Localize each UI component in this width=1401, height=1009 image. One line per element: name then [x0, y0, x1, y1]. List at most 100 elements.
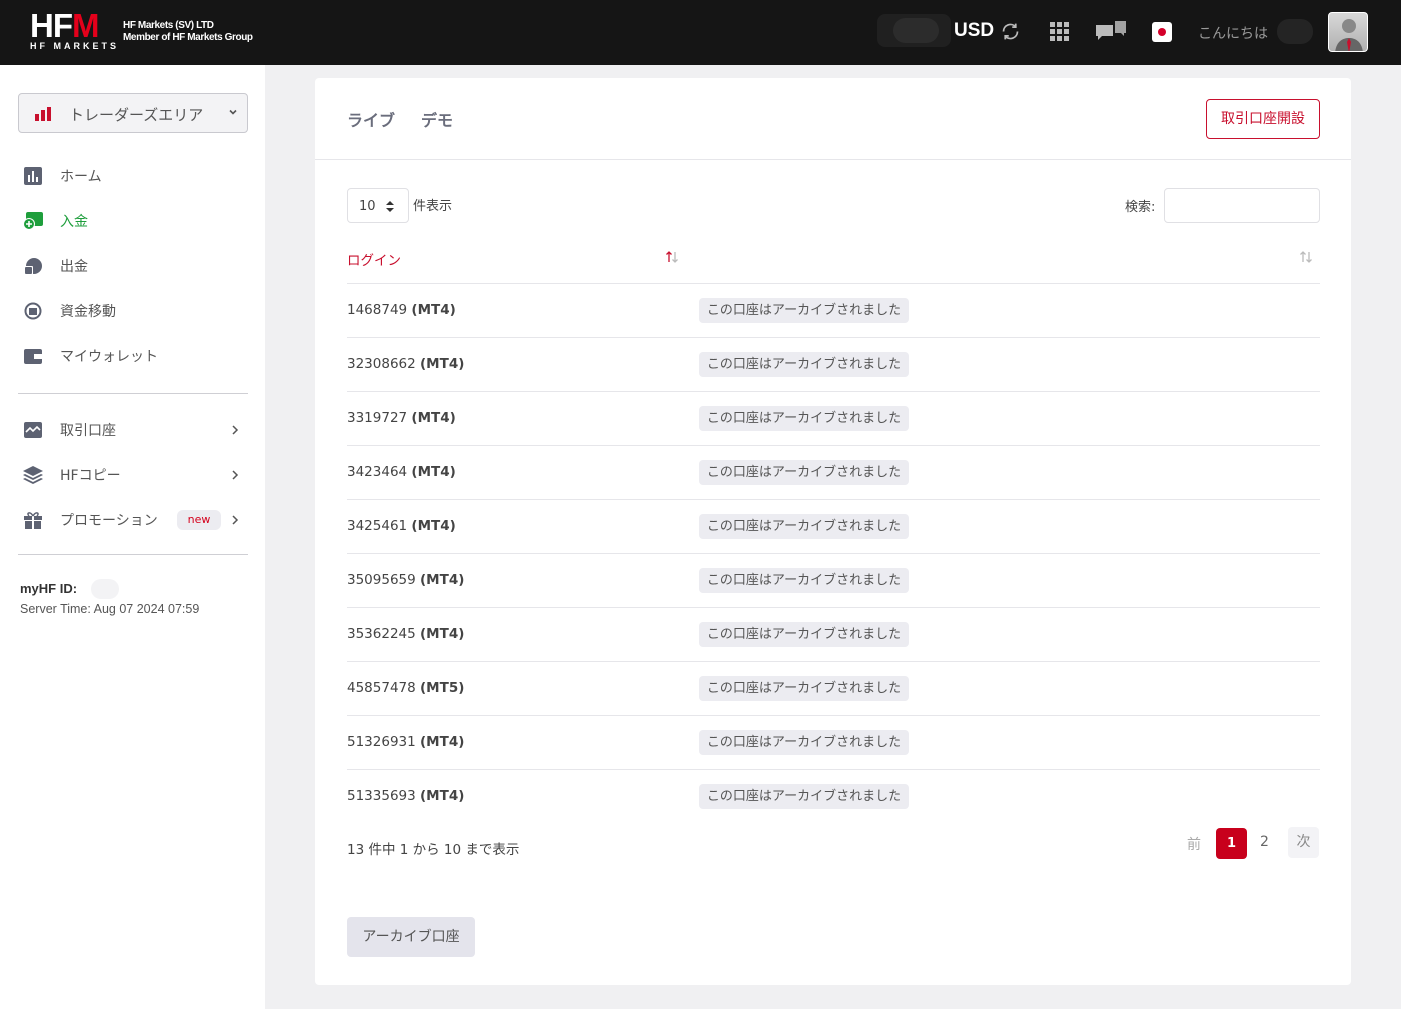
account-login[interactable]: 1468749 (MT4) — [347, 302, 456, 318]
sidebar-divider — [18, 393, 248, 394]
chevron-right-icon — [232, 470, 239, 480]
refresh-icon[interactable] — [1000, 21, 1021, 42]
archived-status-badge: この口座はアーカイブされました — [699, 406, 909, 431]
gift-icon — [24, 512, 42, 529]
open-trading-account-button[interactable]: 取引口座開設 — [1206, 99, 1320, 139]
traders-area-label: トレーダーズエリア — [69, 106, 204, 124]
sidebar-divider — [18, 554, 248, 555]
user-name-masked — [1277, 19, 1313, 44]
sidebar-item-label: 取引口座 — [60, 423, 116, 439]
archived-status-badge: この口座はアーカイブされました — [699, 730, 909, 755]
table-row[interactable]: 32308662 (MT4) この口座はアーカイブされました — [347, 338, 1320, 392]
logo-wordmark: HFM — [30, 7, 99, 44]
archived-accounts-button[interactable]: アーカイブ口座 — [347, 917, 475, 957]
japan-flag-icon[interactable] — [1152, 22, 1172, 42]
account-login[interactable]: 35362245 (MT4) — [347, 626, 464, 642]
sidebar-item-wallet[interactable]: マイウォレット — [22, 344, 248, 368]
trading-account-icon — [24, 422, 42, 438]
sidebar-item-hf-copy[interactable]: HFコピー — [22, 463, 248, 487]
sidebar-item-home[interactable]: ホーム — [22, 164, 248, 188]
greeting-text: こんにちは — [1198, 26, 1268, 42]
archived-status-badge: この口座はアーカイブされました — [699, 676, 909, 701]
logo-subtext: HF MARKETS — [30, 41, 119, 51]
account-login[interactable]: 32308662 (MT4) — [347, 356, 464, 372]
balance-toggle[interactable] — [877, 14, 951, 47]
table-row[interactable]: 51335693 (MT4) この口座はアーカイブされました — [347, 770, 1320, 824]
table-row[interactable]: 51326931 (MT4) この口座はアーカイブされました — [347, 716, 1320, 770]
table-row[interactable]: 35362245 (MT4) この口座はアーカイブされました — [347, 608, 1320, 662]
sort-spinner-icon — [386, 201, 394, 212]
sidebar: トレーダーズエリア ホーム 入金 出金 資金移動 マイウォレット 取引口座 HF… — [0, 65, 265, 1009]
myhf-id-label: myHF ID: — [20, 581, 78, 596]
sidebar-item-label: ホーム — [60, 169, 102, 185]
bar-chart-icon — [35, 107, 51, 121]
chat-icon[interactable] — [1096, 21, 1126, 44]
table-info-text: 13 件中 1 から 10 まで表示 — [347, 842, 520, 858]
currency-label[interactable]: USD — [954, 20, 994, 42]
table-row[interactable]: 3423464 (MT4) この口座はアーカイブされました — [347, 446, 1320, 500]
archived-status-badge: この口座はアーカイブされました — [699, 568, 909, 593]
sidebar-item-label: 入金 — [60, 214, 88, 230]
pagination-prev[interactable]: 前 — [1187, 834, 1201, 854]
accounts-card: ライブ デモ 取引口座開設 10 件表示 検索: ログイン 1468749 (M… — [315, 78, 1351, 985]
archived-status-badge: この口座はアーカイブされました — [699, 352, 909, 377]
apps-grid-icon[interactable] — [1050, 22, 1069, 41]
table-row[interactable]: 35095659 (MT4) この口座はアーカイブされました — [347, 554, 1320, 608]
top-bar: HFM HF MARKETS HF Markets (SV) LTD Membe… — [0, 0, 1401, 65]
chevron-down-icon — [229, 109, 237, 115]
sidebar-item-promotions[interactable]: プロモーション new — [22, 508, 248, 532]
tab-live[interactable]: ライブ — [347, 107, 395, 131]
page-length-select[interactable]: 10 — [347, 188, 409, 223]
archived-status-badge: この口座はアーカイブされました — [699, 514, 909, 539]
withdraw-icon — [24, 258, 42, 275]
table-row[interactable]: 3425461 (MT4) この口座はアーカイブされました — [347, 500, 1320, 554]
company-line2: Member of HF Markets Group — [123, 32, 253, 43]
account-login[interactable]: 3319727 (MT4) — [347, 410, 456, 426]
account-login[interactable]: 3425461 (MT4) — [347, 518, 456, 534]
traders-area-dropdown[interactable]: トレーダーズエリア — [18, 93, 248, 133]
hfm-logo[interactable]: HFM HF MARKETS — [30, 7, 119, 53]
search-label: 検索: — [1125, 200, 1156, 215]
pagination-page-1[interactable]: 1 — [1216, 828, 1247, 859]
company-line1: HF Markets (SV) LTD — [123, 20, 214, 31]
table-row[interactable]: 1468749 (MT4) この口座はアーカイブされました — [347, 284, 1320, 338]
myhf-id-masked — [91, 579, 119, 599]
tab-demo[interactable]: デモ — [421, 107, 453, 131]
account-login[interactable]: 35095659 (MT4) — [347, 572, 464, 588]
new-badge: new — [177, 510, 221, 530]
deposit-icon — [23, 212, 43, 230]
sidebar-item-label: 資金移動 — [60, 304, 116, 320]
table-row[interactable]: 3319727 (MT4) この口座はアーカイブされました — [347, 392, 1320, 446]
account-login[interactable]: 45857478 (MT5) — [347, 680, 464, 696]
company-info: HF Markets (SV) LTD Member of HF Markets… — [123, 20, 253, 44]
page-length-value: 10 — [359, 199, 376, 214]
pagination-next[interactable]: 次 — [1288, 827, 1319, 858]
layers-icon — [23, 466, 43, 484]
chevron-right-icon — [232, 515, 239, 525]
chart-bar-icon — [24, 167, 42, 185]
sidebar-item-transfer[interactable]: 資金移動 — [22, 299, 248, 323]
sort-icon[interactable] — [665, 251, 679, 263]
sidebar-item-trading-accounts[interactable]: 取引口座 — [22, 418, 248, 442]
server-time: Server Time: Aug 07 2024 07:59 — [20, 602, 200, 616]
avatar-icon[interactable] — [1328, 12, 1368, 52]
sidebar-item-label: マイウォレット — [60, 349, 158, 365]
page-length-label: 件表示 — [413, 199, 453, 214]
column-header-login[interactable]: ログイン — [347, 249, 401, 269]
archived-status-badge: この口座はアーカイブされました — [699, 298, 909, 323]
table-row[interactable]: 45857478 (MT5) この口座はアーカイブされました — [347, 662, 1320, 716]
account-login[interactable]: 51335693 (MT4) — [347, 788, 464, 804]
wallet-icon — [24, 349, 42, 364]
sort-icon[interactable] — [1299, 251, 1313, 263]
archived-status-badge: この口座はアーカイブされました — [699, 460, 909, 485]
account-login[interactable]: 51326931 (MT4) — [347, 734, 464, 750]
search-input[interactable] — [1164, 188, 1320, 223]
transfer-icon — [24, 302, 42, 320]
card-header: ライブ デモ 取引口座開設 — [315, 78, 1351, 160]
account-login[interactable]: 3423464 (MT4) — [347, 464, 456, 480]
archived-status-badge: この口座はアーカイブされました — [699, 622, 909, 647]
sidebar-item-label: 出金 — [60, 259, 88, 275]
sidebar-item-withdraw[interactable]: 出金 — [22, 254, 248, 278]
pagination-page-2[interactable]: 2 — [1260, 834, 1269, 850]
sidebar-item-deposit[interactable]: 入金 — [22, 209, 248, 233]
